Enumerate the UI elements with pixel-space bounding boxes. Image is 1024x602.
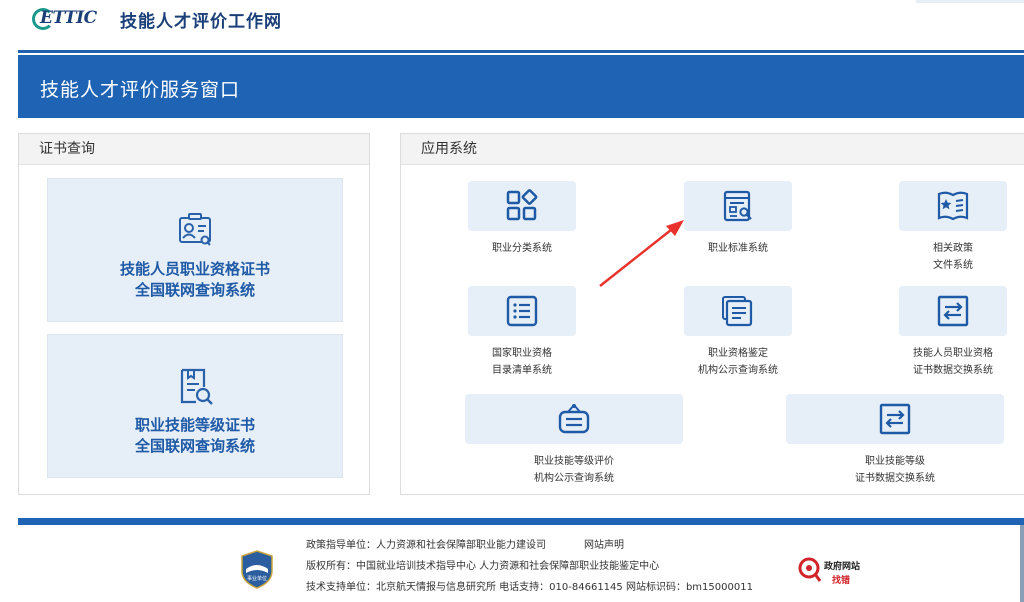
site-title: 技能人才评价工作网 — [120, 12, 282, 32]
system-name: 技能人员职业资格 证书数据交换系统 — [913, 348, 993, 376]
hanging-sign-icon — [558, 404, 590, 434]
exchange-icon — [937, 295, 969, 327]
panel-title: 证书查询 — [19, 134, 369, 165]
category-grid-icon — [506, 189, 538, 221]
system-name: 职业技能等级 证书数据交换系统 — [855, 456, 935, 484]
banner-title: 技能人才评价服务窗口 — [40, 79, 241, 101]
service-banner: 技能人才评价服务窗口 — [18, 55, 1024, 118]
system-occupation-standard[interactable]: 职业标准系统 — [683, 181, 793, 257]
svg-text:事业单位: 事业单位 — [247, 575, 267, 582]
cert-card-label: 职业技能等级证书 全国联网查询系统 — [134, 416, 255, 455]
site-logo[interactable]: ETTIC — [32, 6, 104, 30]
footer-info: 政策指导单位：人力资源和社会保障部职业能力建设司 网站声明 版权所有：中国就业培训… — [306, 535, 753, 598]
panel-title: 应用系统 — [401, 134, 1024, 165]
system-national-qualification-catalog[interactable]: 国家职业资格 目录清单系统 — [467, 286, 577, 379]
stacked-docs-icon — [722, 296, 753, 327]
gov-site-error-report-badge[interactable]: 政府网站 找错 — [798, 555, 868, 589]
system-skill-level-institution-query[interactable]: 职业技能等级评价 机构公示查询系统 — [464, 394, 684, 487]
cert-query-card-qualification[interactable]: 技能人员职业资格证书 全国联网查询系统 — [47, 178, 343, 322]
application-systems-panel: 应用系统 职业分类系统 职业标准系统 相关政策 文件系统 国家职业资格 目录清单… — [400, 133, 1024, 495]
top-header: ETTIC 技能人才评价工作网 — [0, 0, 1024, 44]
system-occupation-classification[interactable]: 职业分类系统 — [467, 181, 577, 257]
system-name: 国家职业资格 目录清单系统 — [492, 348, 552, 376]
cert-query-card-skill-level[interactable]: 职业技能等级证书 全国联网查询系统 — [47, 334, 343, 478]
system-related-policy-docs[interactable]: 相关政策 文件系统 — [898, 181, 1008, 274]
list-icon — [506, 295, 538, 327]
header-divider — [18, 50, 1024, 53]
cert-card-label: 技能人员职业资格证书 全国联网查询系统 — [119, 260, 270, 299]
ettic-logo-mark: ETTIC — [32, 6, 104, 30]
site-statement-link[interactable]: 网站声明 — [584, 540, 624, 551]
exchange-icon — [879, 403, 911, 435]
gov-report-icon — [798, 557, 822, 582]
standard-search-icon — [723, 190, 752, 222]
red-annotation-arrow — [599, 220, 684, 287]
site-footer: 事业单位 政策指导单位：人力资源和社会保障部职业能力建设司 网站声明 版权所有：中… — [0, 525, 1024, 602]
copyright-text: 版权所有：中国就业培训技术指导中心 人力资源和社会保障部职业技能鉴定中心 — [306, 561, 660, 572]
certificate-id-icon — [179, 213, 211, 246]
system-name: 相关政策 文件系统 — [933, 243, 973, 271]
certificate-query-panel: 证书查询 技能人员职业资格证书 全国联网查询系统 职业技能等级证书 全国联网查询… — [18, 133, 370, 495]
logo-text: ETTIC — [40, 8, 97, 28]
footer-divider — [18, 518, 1024, 525]
system-qualification-institution-query[interactable]: 职业资格鉴定 机构公示查询系统 — [683, 286, 793, 379]
system-name: 职业标准系统 — [708, 243, 768, 254]
tech-support-text: 技术支持单位：北京航天情报与信息研究所 电话支持：010-84661145 网站… — [306, 582, 753, 593]
right-edge-shadow — [1020, 525, 1024, 602]
system-qualification-cert-data-exchange[interactable]: 技能人员职业资格 证书数据交换系统 — [898, 286, 1008, 379]
system-name: 职业技能等级评价 机构公示查询系统 — [534, 456, 614, 484]
system-name: 职业资格鉴定 机构公示查询系统 — [698, 348, 778, 376]
policy-book-icon — [937, 191, 969, 221]
system-name: 职业分类系统 — [492, 243, 552, 254]
public-institution-emblem[interactable]: 事业单位 — [240, 549, 274, 589]
top-right-strip — [916, 0, 1024, 3]
system-skill-level-cert-data-exchange[interactable]: 职业技能等级 证书数据交换系统 — [785, 394, 1005, 487]
guide-unit-text: 政策指导单位：人力资源和社会保障部职业能力建设司 — [306, 540, 546, 551]
document-search-icon — [180, 368, 213, 405]
